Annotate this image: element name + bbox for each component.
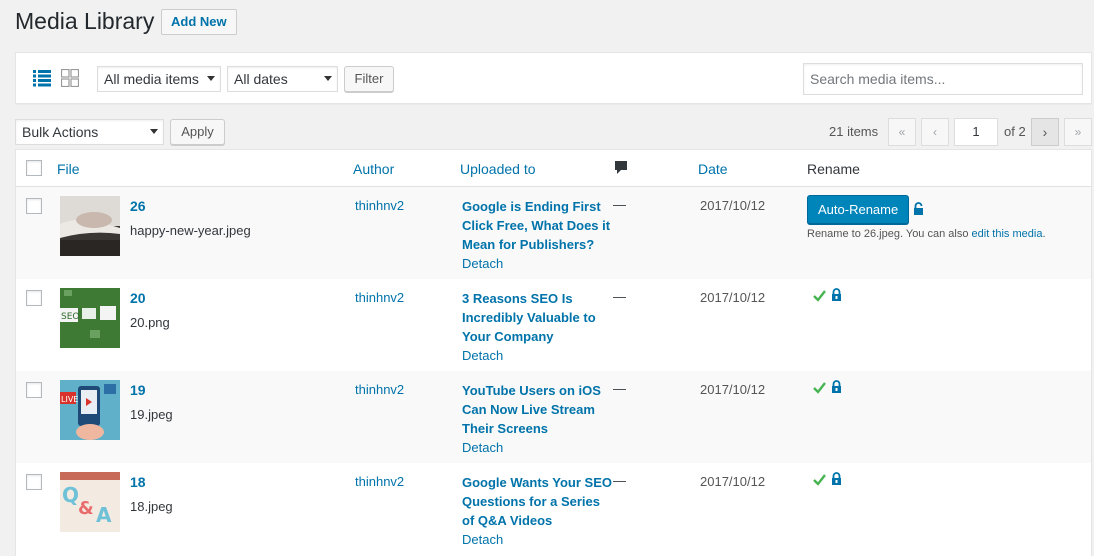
media-filename: 18.jpeg <box>130 499 173 514</box>
comments-count: — <box>613 381 626 396</box>
table-row: SEO 20 20.png thinhnv2 3 Reasons SEO Is … <box>16 279 1091 371</box>
media-thumbnail[interactable]: LIVE <box>60 380 120 440</box>
media-table: File Author Uploaded to Date Rename 26 h… <box>15 149 1092 556</box>
check-icon <box>813 382 826 394</box>
chevron-down-icon <box>150 129 158 134</box>
total-pages: of 2 <box>1004 124 1026 139</box>
svg-text:A: A <box>96 503 112 527</box>
svg-text:Q: Q <box>62 483 79 507</box>
column-rename: Rename <box>807 161 860 177</box>
uploaded-to-cell: Google Wants Your SEO Questions for a Se… <box>462 473 612 549</box>
uploaded-to-link[interactable]: Google Wants Your SEO Questions for a Se… <box>462 475 612 528</box>
comments-count: — <box>613 289 626 304</box>
row-checkbox[interactable] <box>26 382 42 398</box>
media-filename: happy-new-year.jpeg <box>130 223 251 238</box>
uploaded-to-cell: YouTube Users on iOS Can Now Live Stream… <box>462 381 612 457</box>
media-type-value: All media items <box>104 71 199 87</box>
add-new-button[interactable]: Add New <box>161 9 237 35</box>
column-author[interactable]: Author <box>353 161 394 177</box>
unlock-icon[interactable] <box>831 288 842 302</box>
bulk-actions-value: Bulk Actions <box>22 124 99 140</box>
upload-date: 2017/10/12 <box>700 198 766 213</box>
media-title-link[interactable]: 18 <box>130 474 146 490</box>
rename-note: Rename to 26.jpeg. You can also edit thi… <box>807 228 1046 240</box>
filter-button[interactable]: Filter <box>344 66 394 92</box>
uploaded-to-link[interactable]: YouTube Users on iOS Can Now Live Stream… <box>462 383 601 436</box>
upload-date: 2017/10/12 <box>700 382 766 397</box>
rename-note-suffix: . <box>1042 228 1046 240</box>
date-filter-value: All dates <box>234 71 288 87</box>
check-icon <box>813 290 826 302</box>
svg-text:LIVE: LIVE <box>61 395 78 404</box>
media-type-select[interactable]: All media items <box>97 66 221 92</box>
column-date[interactable]: Date <box>698 161 728 177</box>
media-filename: 19.jpeg <box>130 407 173 422</box>
column-file[interactable]: File <box>57 161 80 177</box>
uploaded-to-link[interactable]: Google is Ending First Click Free, What … <box>462 199 610 252</box>
media-thumbnail[interactable]: Q & A <box>60 472 120 532</box>
uploaded-to-cell: Google is Ending First Click Free, What … <box>462 197 612 273</box>
search-input[interactable]: Search media items... <box>803 63 1083 95</box>
table-row: 26 happy-new-year.jpeg thinhnv2 Google i… <box>16 187 1091 279</box>
bulk-actions-select[interactable]: Bulk Actions <box>15 119 164 145</box>
media-filter-bar: All media items All dates Filter Search … <box>15 52 1092 104</box>
chevron-down-icon <box>207 76 215 81</box>
media-thumbnail[interactable] <box>60 196 120 256</box>
detach-link[interactable]: Detach <box>462 254 612 273</box>
author-link[interactable]: thinhnv2 <box>355 474 404 489</box>
row-checkbox[interactable] <box>26 474 42 490</box>
column-uploaded-to[interactable]: Uploaded to <box>460 161 536 177</box>
author-link[interactable]: thinhnv2 <box>355 290 404 305</box>
unlock-icon[interactable] <box>831 472 842 486</box>
uploaded-to-link[interactable]: 3 Reasons SEO Is Incredibly Valuable to … <box>462 291 596 344</box>
author-link[interactable]: thinhnv2 <box>355 198 404 213</box>
rename-note-prefix: Rename to 26.jpeg. You can also <box>807 228 972 240</box>
first-page-button[interactable]: « <box>888 118 916 146</box>
upload-date: 2017/10/12 <box>700 474 766 489</box>
grid-view-icon[interactable] <box>61 69 79 87</box>
row-checkbox[interactable] <box>26 198 42 214</box>
edit-media-link[interactable]: edit this media <box>972 228 1043 240</box>
media-filename: 20.png <box>130 315 170 330</box>
select-all-checkbox[interactable] <box>26 160 42 176</box>
detach-link[interactable]: Detach <box>462 346 612 365</box>
comments-count: — <box>613 473 626 488</box>
auto-rename-button[interactable]: Auto-Rename <box>807 195 910 224</box>
page-title: Media Library <box>15 8 155 34</box>
row-checkbox[interactable] <box>26 290 42 306</box>
next-page-button[interactable]: › <box>1031 118 1059 146</box>
table-row: LIVE 19 19.jpeg thinhnv2 YouTube Users o… <box>16 371 1091 463</box>
apply-button[interactable]: Apply <box>170 119 225 145</box>
media-title-link[interactable]: 19 <box>130 382 146 398</box>
table-row: Q & A 18 18.jpeg thinhnv2 Google Wants Y… <box>16 463 1091 555</box>
svg-text:SEO: SEO <box>61 312 79 322</box>
upload-date: 2017/10/12 <box>700 290 766 305</box>
unlock-icon[interactable] <box>831 380 842 394</box>
current-page-input[interactable]: 1 <box>954 118 998 146</box>
check-icon <box>813 474 826 486</box>
prev-page-button[interactable]: ‹ <box>921 118 949 146</box>
date-filter-select[interactable]: All dates <box>227 66 338 92</box>
last-page-button[interactable]: » <box>1064 118 1092 146</box>
chevron-down-icon <box>324 76 332 81</box>
list-view-icon[interactable] <box>33 69 51 87</box>
svg-text:&: & <box>78 498 94 519</box>
detach-link[interactable]: Detach <box>462 438 612 457</box>
media-thumbnail[interactable]: SEO <box>60 288 120 348</box>
detach-link[interactable]: Detach <box>462 530 612 549</box>
media-title-link[interactable]: 26 <box>130 198 146 214</box>
comment-icon[interactable] <box>614 160 628 176</box>
items-count: 21 items <box>829 124 879 139</box>
lock-icon[interactable] <box>913 202 924 216</box>
author-link[interactable]: thinhnv2 <box>355 382 404 397</box>
uploaded-to-cell: 3 Reasons SEO Is Incredibly Valuable to … <box>462 289 612 365</box>
comments-count: — <box>613 197 626 212</box>
table-header: File Author Uploaded to Date Rename <box>16 150 1091 187</box>
media-title-link[interactable]: 20 <box>130 290 146 306</box>
search-placeholder: Search media items... <box>810 71 946 87</box>
